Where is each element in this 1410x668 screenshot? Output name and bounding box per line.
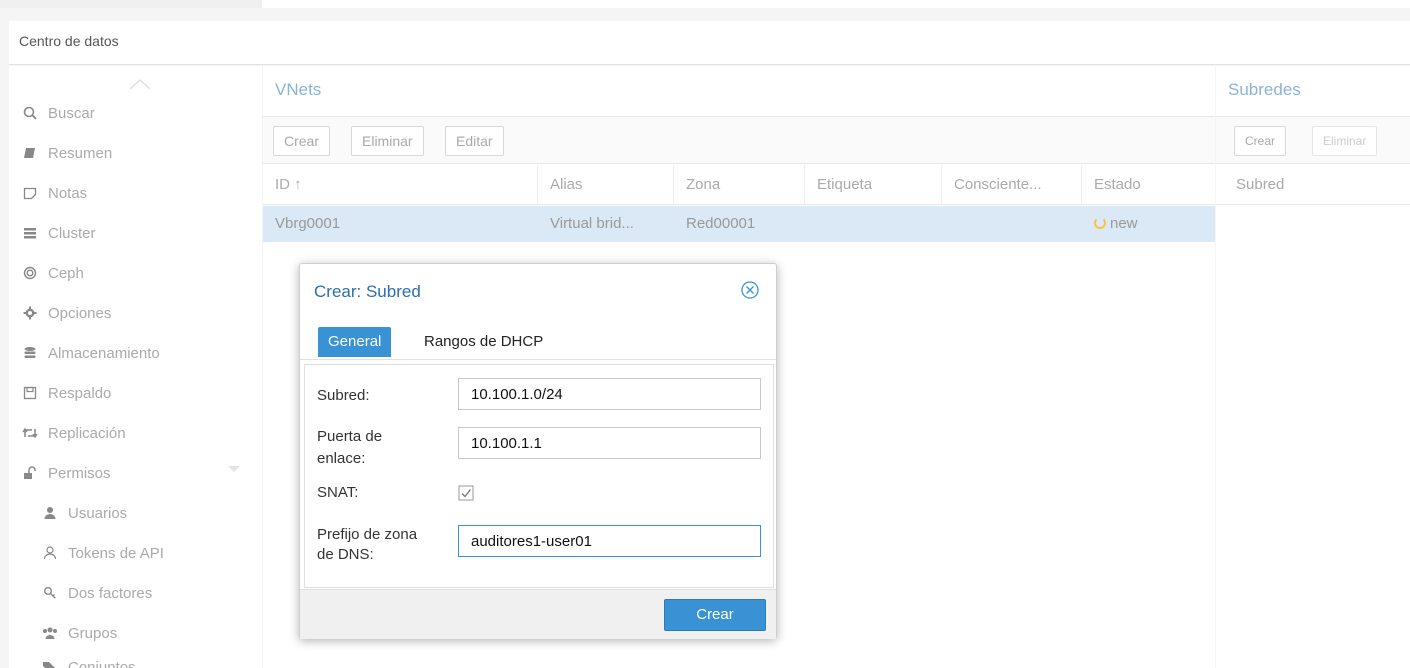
status-text: new <box>1110 215 1138 232</box>
sidebar-item-label: Buscar <box>48 104 95 122</box>
sidebar-item-label: Ceph <box>48 264 84 282</box>
delete-button[interactable]: Eliminar <box>351 126 424 156</box>
chevron-up-icon[interactable] <box>129 78 151 90</box>
key-icon <box>42 585 58 601</box>
dns-label-line1: Prefijo de zona <box>317 526 418 543</box>
caret-down-icon[interactable] <box>228 466 240 474</box>
sidebar-item-label: Resumen <box>48 144 113 162</box>
subnets-grid-header: Subred <box>1216 165 1410 205</box>
floppy-icon <box>22 385 38 401</box>
subnets-toolbar: Crear Eliminar <box>1216 116 1410 164</box>
dialog-title: Crear: Subred <box>314 282 421 301</box>
sidebar-item-almacenamiento[interactable]: Almacenamiento <box>22 338 160 368</box>
sidebar-item-label: Permisos <box>48 464 111 482</box>
cell-etiqueta <box>805 206 942 242</box>
subnet-create-button[interactable]: Crear <box>1234 126 1287 156</box>
snat-checkbox[interactable] <box>458 485 474 501</box>
sidebar: Buscar Resumen Notas Cluster Ceph Opcion… <box>9 66 262 668</box>
sidebar-item-label: Grupos <box>68 624 118 642</box>
sidebar-item-respaldo[interactable]: Respaldo <box>22 378 111 408</box>
pending-icon <box>1094 217 1106 229</box>
close-icon[interactable] <box>740 280 760 300</box>
subnet-label: Subred: <box>317 387 370 404</box>
user-icon <box>42 505 58 521</box>
note-icon <box>22 185 38 201</box>
sidebar-item-replicacion[interactable]: Replicación <box>22 418 126 448</box>
sidebar-item-label: Almacenamiento <box>48 344 160 362</box>
column-header-zona[interactable]: Zona <box>674 165 805 205</box>
sidebar-item-tokens-de-api[interactable]: Tokens de API <box>42 538 164 568</box>
sidebar-item-grupos[interactable]: Grupos <box>42 618 117 648</box>
dialog-tabs: General Rangos de DHCP <box>300 318 776 360</box>
sidebar-item-label: Conjuntos <box>68 658 136 668</box>
cell-estado: new <box>1082 206 1215 242</box>
server-icon <box>22 225 38 241</box>
sidebar-item-opciones[interactable]: Opciones <box>22 298 111 328</box>
column-header-estado[interactable]: Estado <box>1082 165 1215 205</box>
sidebar-item-label: Tokens de API <box>68 544 164 562</box>
create-subnet-dialog: Crear: Subred General Rangos de DHCP Sub… <box>299 263 777 639</box>
subnet-delete-button[interactable]: Eliminar <box>1312 126 1378 156</box>
sidebar-item-ceph[interactable]: Ceph <box>22 258 84 288</box>
sidebar-item-resumen[interactable]: Resumen <box>22 138 112 168</box>
vnets-title: VNets <box>275 80 322 99</box>
tab-dhcp-ranges[interactable]: Rangos de DHCP <box>414 327 553 357</box>
sidebar-item-notas[interactable]: Notas <box>22 178 87 208</box>
sidebar-item-label: Usuarios <box>68 504 128 522</box>
column-header-id[interactable]: ID ↑ <box>263 165 538 205</box>
gateway-input[interactable] <box>458 427 761 459</box>
gateway-label-line1: Puerta de <box>317 428 383 445</box>
sidebar-item-label: Opciones <box>48 304 112 322</box>
cell-consciente <box>942 206 1082 242</box>
edit-button[interactable]: Editar <box>445 126 504 156</box>
sidebar-item-label: Notas <box>48 184 88 202</box>
snat-label: SNAT: <box>317 484 359 501</box>
column-header-etiqueta[interactable]: Etiqueta <box>805 165 942 205</box>
database-icon <box>22 345 38 361</box>
gear-icon <box>22 305 38 321</box>
gateway-label-line2: enlace: <box>317 450 366 467</box>
user-outline-icon <box>42 545 58 561</box>
cell-id: Vbrg0001 <box>275 215 341 232</box>
sidebar-item-cluster[interactable]: Cluster <box>22 218 96 248</box>
create-submit-button[interactable]: Crear <box>664 599 766 631</box>
subnets-panel: Subredes Crear Eliminar Subred <box>1216 66 1410 668</box>
sidebar-item-buscar[interactable]: Buscar <box>22 98 95 128</box>
dialog-form: Subred: Puerta de enlace: SNAT: Prefijo … <box>304 364 774 588</box>
top-tab <box>0 0 262 8</box>
table-row[interactable]: Vbrg0001 Virtual brid... Red00001 new <box>263 206 1215 242</box>
page-title: Centro de datos <box>19 33 119 49</box>
tags-icon <box>42 659 58 668</box>
dialog-footer: Crear <box>300 589 776 639</box>
sidebar-item-dos-factores[interactable]: Dos factores <box>42 578 152 608</box>
ceph-icon <box>22 265 38 281</box>
book-icon <box>22 145 38 161</box>
vnets-toolbar: Crear Eliminar Editar <box>263 116 1215 164</box>
sidebar-item-label: Cluster <box>48 224 96 242</box>
retweet-icon <box>22 425 38 441</box>
sidebar-item-permisos[interactable]: Permisos <box>22 458 111 488</box>
unlock-icon <box>22 465 38 481</box>
page-header: Centro de datos <box>9 21 1410 65</box>
dns-zone-prefix-input[interactable] <box>458 525 761 557</box>
search-icon <box>22 105 38 121</box>
cell-zona: Red00001 <box>686 215 756 232</box>
vnets-grid-header: ID ↑ Alias Zona Etiqueta Consciente... E… <box>263 165 1215 205</box>
sidebar-item-label: Replicación <box>48 424 126 442</box>
dns-label-line2: de DNS: <box>317 546 374 563</box>
column-header-subred[interactable]: Subred <box>1224 165 1410 205</box>
users-icon <box>42 625 58 641</box>
column-header-alias[interactable]: Alias <box>538 165 674 205</box>
subnet-input[interactable] <box>458 378 761 410</box>
sidebar-item-label: Dos factores <box>68 584 153 602</box>
tab-general[interactable]: General <box>318 327 392 357</box>
top-strip <box>0 0 1410 8</box>
subnets-title: Subredes <box>1228 80 1301 99</box>
sidebar-item-conjuntos[interactable]: Conjuntos <box>42 652 136 668</box>
sidebar-item-label: Respaldo <box>48 384 112 402</box>
sidebar-item-usuarios[interactable]: Usuarios <box>42 498 127 528</box>
create-button[interactable]: Crear <box>273 126 331 156</box>
cell-alias: Virtual brid... <box>550 215 634 232</box>
column-header-consciente[interactable]: Consciente... <box>942 165 1082 205</box>
